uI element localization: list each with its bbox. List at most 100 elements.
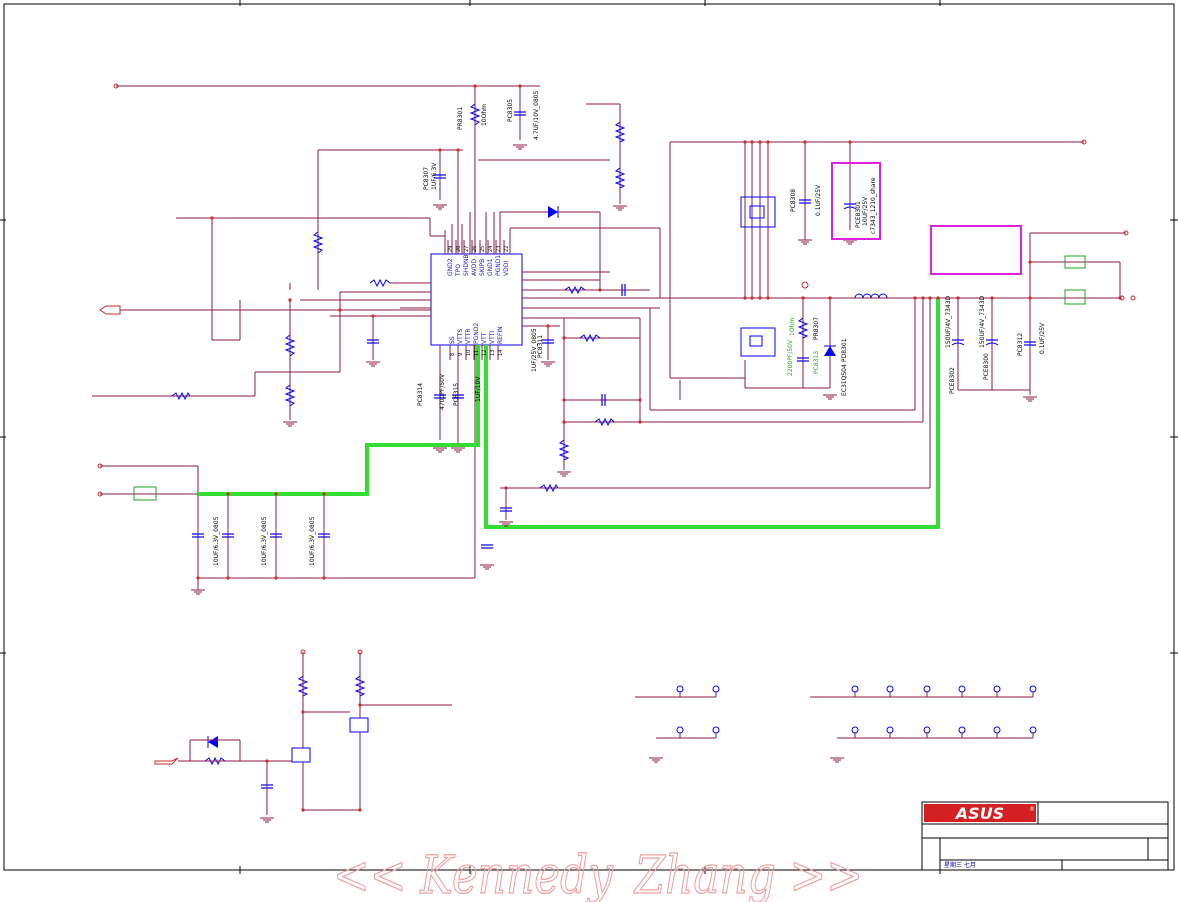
ground-icon [191,589,205,595]
ground-icon [613,205,627,211]
pr8301-label: PR8301 [457,107,464,130]
junction-dot [358,808,362,812]
junction-dot [301,710,305,714]
pc8307-label: PC8307 [423,167,430,190]
test-point-icon [923,726,931,734]
test-point-icon [923,685,931,693]
title-block-note: 星期三 七月 [944,861,976,869]
junction-dot [766,296,770,300]
highlighted-net [198,298,940,529]
junction-dot [473,84,477,88]
ic-pin-num-26: 26 [472,246,478,252]
pce8300-label: PCE8300 [983,353,990,380]
junction-dot [1118,296,1122,300]
junction-dot [750,140,754,144]
pc8314-value: 4700PF/50V [439,373,446,410]
junction-dot [990,296,994,300]
ic-pin-num-14: 14 [498,350,504,356]
junction-dot [766,140,770,144]
ic-pin-num-12: 12 [482,350,488,356]
junction-dot [438,148,442,152]
junction-dot [338,308,342,312]
test-point-icon [886,685,894,693]
ic-pin-name-refin: REFIN [497,326,504,344]
junction-dot [274,576,278,580]
junction-dot [801,296,805,300]
ic-pin-name-shdnb: SHDNB [463,254,470,276]
pc8315-label: PC8315 [453,383,460,406]
pc8305-label: PC8305 [507,99,514,122]
ic-pin-num-24: 24 [488,246,494,252]
junction-dot [921,296,925,300]
test-point-icon [993,726,1001,734]
ground-icon [366,361,380,367]
ground-icon [830,757,844,763]
junction-dot [274,492,278,496]
ic-pin-name-pgnd2: PGND2 [473,323,480,344]
junction-dot [913,296,917,300]
test-points [635,685,1037,739]
ic-pin-num-23: 23 [496,246,502,252]
ic-pin-labels: GND2 TPO SHDNB AVDD SKIPB GND1 PGND1 VDD… [447,246,510,356]
pc8313-value: 2200PF/50V [787,339,794,376]
junction-dot [758,296,762,300]
junction-dot [288,298,292,302]
junction-dot [848,140,852,144]
ground-icon [823,394,837,400]
test-point-icon [712,685,720,693]
schematic-canvas: GND2 TPO SHDNB AVDD SKIPB GND1 PGND1 VDD… [0,0,1178,902]
junction-dot [210,216,214,220]
ic-pin-name-gnd1: GND1 [487,258,494,276]
test-point-icon [958,685,966,693]
ic-pin-name-vtt: VTT [481,332,488,344]
pc8311-label: PC8311 [537,335,544,358]
ic-pin-name-skipb: SKIPB [479,259,486,276]
test-point-icon [1029,726,1037,734]
pc8314-label: PC8314 [417,383,424,406]
junction-dot [828,296,832,300]
ic-pin-name-pgnd1: PGND1 [495,255,502,276]
pce8301-package: c7343_1210_share [870,177,877,234]
junction-dot [358,703,362,707]
cap-10uf-label-2: 10UF/6.3V_0805 [261,516,268,566]
pc8315-value: 1UF/10V [475,376,482,402]
junction-dot [196,576,200,580]
ground-icon [480,564,494,570]
test-point-icon [993,685,1001,693]
ic-pin-name-vtts: VTTS [457,329,464,344]
junction-dot [322,576,326,580]
ground-icon [557,471,571,477]
top-wiring [113,83,1129,379]
junction-dot [456,148,460,152]
test-point-icon [851,685,859,693]
ic-pin-num-11: 11 [474,350,480,356]
registered-mark: ® [1029,806,1035,813]
pwm-controller-ic [300,240,1120,360]
junction-dot [562,336,566,340]
resistors [171,103,809,766]
junction-dot [1028,296,1032,300]
test-point-icon [1029,685,1037,693]
pce8300-value: 150UF/4V_7343D [979,295,986,348]
ic-pin-num-27: 27 [464,246,470,252]
ic-pin-num-13: 13 [490,350,496,356]
pr8307-value: 1Ohm [789,318,796,336]
capacitors [192,111,1036,789]
test-point-icon [851,726,859,734]
junction-dot [301,808,305,812]
junction-dot [226,492,230,496]
pc8312-label: PC8312 [1017,333,1024,356]
left-wiring [92,292,476,590]
ic-pin-num-22: 22 [504,246,510,252]
pc8312-value: 0.1UF/25V [1039,322,1046,354]
cap-10uf-label-1: 10UF/6.3V_0805 [213,516,220,566]
pce8302-label: PCE8302 [949,367,956,394]
test-point-icon [712,726,720,734]
junction-dot [371,314,375,318]
mosfets [291,196,776,763]
ground-icon [1023,396,1037,402]
pr8307-label: PR8307 [813,317,820,340]
test-point-icon [886,726,894,734]
ic-pin-name-vddi: VDDI [503,261,510,276]
ground-icon [513,144,527,150]
